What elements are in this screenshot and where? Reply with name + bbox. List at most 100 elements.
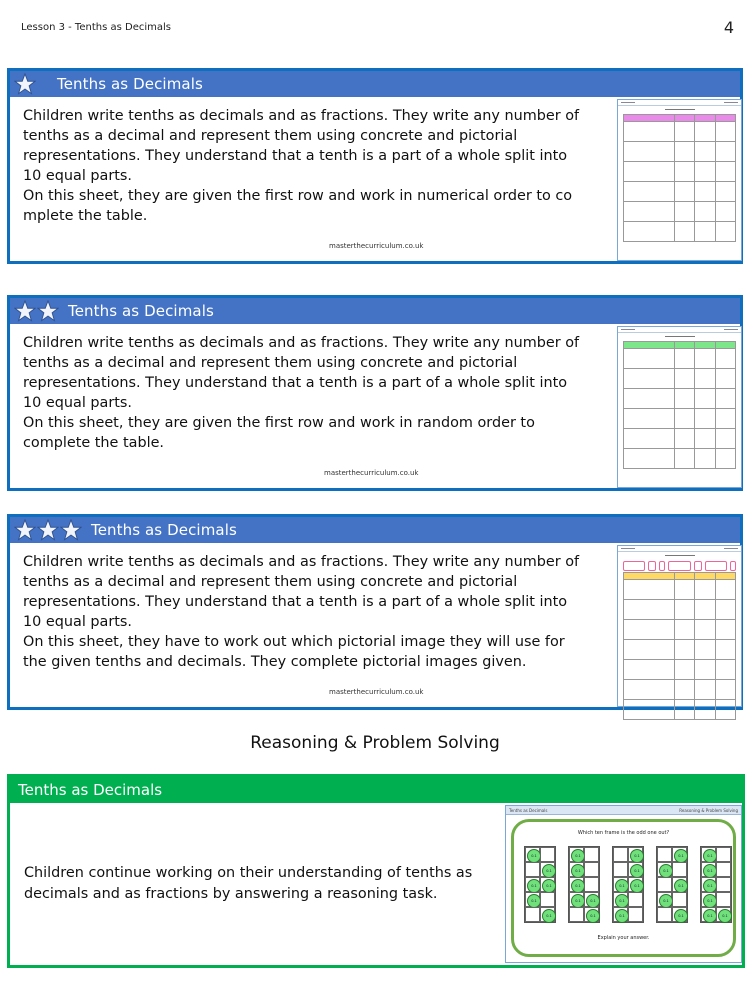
counter-tenth	[569, 892, 585, 908]
empty-cell	[525, 862, 540, 877]
empty-cell	[525, 907, 540, 922]
thumbnail-column-header	[623, 341, 675, 349]
activity-card-three-star: Tenths as Decimals Children write tenths…	[7, 514, 743, 720]
counter-tenth	[701, 907, 717, 923]
reasoning-description: Children continue working on their under…	[24, 863, 494, 905]
empty-cell	[628, 892, 643, 907]
difficulty-stars	[13, 72, 37, 95]
description-line: representations. They understand that a …	[23, 375, 568, 391]
star-icon	[13, 299, 37, 322]
description-line: representations. They understand that a …	[23, 594, 568, 610]
counter-tenth	[701, 847, 717, 863]
thumbnail-row	[623, 161, 737, 182]
description-line: Children write tenths as decimals and as…	[23, 108, 580, 124]
thumbnail-column-header	[623, 572, 675, 580]
empty-cell	[613, 862, 628, 877]
description-line: decimals and as fractions by answering a…	[24, 886, 438, 902]
card-header-bar: Tenths as Decimals	[10, 298, 740, 324]
empty-cell	[569, 907, 584, 922]
description-line: tenths as a decimal and represent them u…	[23, 574, 518, 590]
thumbnail-row	[623, 599, 737, 620]
counter-tenth	[672, 907, 688, 923]
thumbnail-row	[623, 659, 737, 680]
description-line: mplete the table.	[23, 208, 148, 224]
activity-card-two-star: Tenths as Decimals Children write tenths…	[7, 295, 743, 491]
thumbnail-row	[623, 639, 737, 660]
website-credit: masterthecurriculum.co.uk	[324, 469, 419, 477]
ten-frame	[656, 846, 688, 923]
counter-tenth	[569, 862, 585, 878]
card-description: Children write tenths as decimals and as…	[23, 552, 579, 672]
empty-cell	[657, 907, 672, 922]
thumbnail-row	[623, 221, 737, 242]
empty-cell	[613, 847, 628, 862]
thumbnail-row	[623, 428, 737, 449]
thumbnail-table	[623, 572, 737, 720]
empty-cell	[628, 907, 643, 922]
description-line: On this sheet, they are given the first …	[23, 188, 573, 204]
description-line: 10 equal parts.	[23, 395, 132, 411]
thumbnail-column-header	[694, 572, 716, 580]
reasoning-card-title: Tenths as Decimals	[18, 781, 163, 799]
reasoning-worksheet-thumbnail[interactable]: Tenths as Decimals Reasoning & Problem S…	[505, 805, 742, 963]
star-icon	[13, 72, 37, 95]
counter-tenth	[540, 907, 556, 923]
counter-tenth	[540, 862, 556, 878]
worksheet-thumbnail[interactable]	[617, 545, 742, 720]
empty-cell	[672, 862, 687, 877]
empty-cell	[657, 847, 672, 862]
page-number: 4	[723, 18, 734, 37]
empty-cell	[584, 847, 599, 862]
empty-cell	[657, 877, 672, 892]
thumbnail-row	[623, 348, 737, 369]
ten-frame	[524, 846, 556, 923]
empty-cell	[716, 847, 731, 862]
thumbnail-table	[623, 114, 737, 242]
empty-cell	[540, 847, 555, 862]
empty-cell	[584, 862, 599, 877]
description-line: the given tenths and decimals. They comp…	[23, 654, 527, 670]
counter-tenth	[569, 877, 585, 893]
rounded-question-frame: Which ten frame is the odd one out? Expl…	[511, 819, 736, 957]
counter-tenth	[701, 877, 717, 893]
thumbnail-row	[623, 201, 737, 222]
thumbnail-column-header	[673, 114, 696, 122]
thumbnail-row	[623, 141, 737, 162]
thumbnail-row	[623, 388, 737, 409]
star-icon	[59, 518, 83, 541]
card-description: Children write tenths as decimals and as…	[23, 106, 580, 226]
counter-tenth	[584, 907, 600, 923]
description-line: representations. They understand that a …	[23, 148, 568, 164]
description-line: 10 equal parts.	[23, 614, 132, 630]
ten-frame	[700, 846, 732, 923]
thumbnail-row	[623, 368, 737, 389]
counter-tenth	[701, 862, 717, 878]
reasoning-card: Tenths as Decimals Children continue wor…	[7, 774, 745, 968]
counter-tenth	[657, 862, 673, 878]
card-title: Tenths as Decimals	[68, 302, 214, 320]
counter-tenth	[540, 877, 556, 893]
card-title: Tenths as Decimals	[57, 75, 203, 93]
counter-tenth	[628, 877, 644, 893]
card-header-bar: Tenths as Decimals	[10, 517, 740, 543]
thumbnail-row	[623, 579, 737, 600]
thumbnail-header-left: Tenths as Decimals	[509, 808, 548, 813]
ten-frames-group	[524, 846, 732, 923]
website-credit: masterthecurriculum.co.uk	[329, 688, 424, 696]
thumbnail-row	[623, 699, 737, 720]
thumbnail-row	[623, 181, 737, 202]
thumbnail-header-right: Reasoning & Problem Solving	[679, 808, 738, 813]
counter-tenth	[584, 892, 600, 908]
counter-tenth	[613, 907, 629, 923]
worksheet-thumbnail[interactable]	[617, 99, 742, 261]
thumbnail-row	[623, 448, 737, 469]
empty-cell	[672, 892, 687, 907]
activity-card-one-star: Tenths as Decimals Children write tenths…	[7, 68, 743, 264]
counter-tenth	[672, 877, 688, 893]
ten-frame	[568, 846, 600, 923]
counter-tenth	[628, 847, 644, 863]
empty-cell	[540, 892, 555, 907]
counter-tenth	[672, 847, 688, 863]
worksheet-thumbnail[interactable]	[617, 326, 742, 488]
star-icon	[36, 299, 60, 322]
